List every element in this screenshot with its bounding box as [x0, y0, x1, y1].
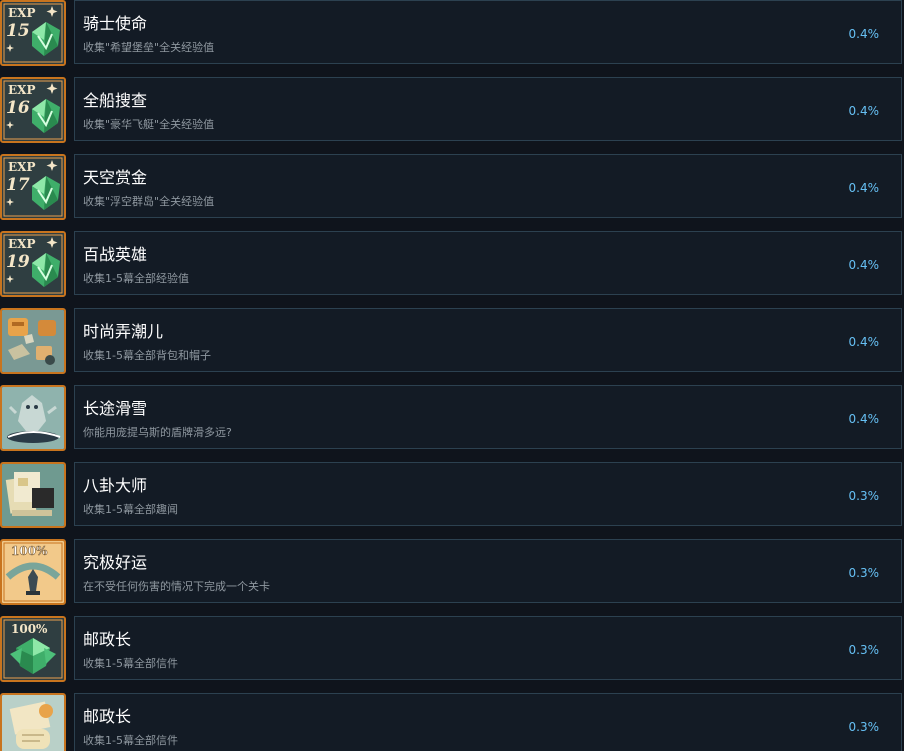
achievement-panel: 天空赏金收集"浮空群岛"全关经验值 0.4% [74, 154, 902, 218]
achievement-description: 收集1-5幕全部趣闻 [83, 503, 178, 516]
achievement-title: 时尚弄潮儿 [83, 322, 164, 341]
achievement-panel: 邮政长收集1-5幕全部信件 0.3% [74, 693, 902, 751]
achievement-unlock-percent: 0.3% [848, 720, 880, 734]
shield-sledding-icon [2, 387, 64, 449]
icon-badge-text: 100% [11, 544, 48, 558]
achievement-unlock-percent: 0.4% [848, 104, 880, 118]
achievement-icon: EXP 17 [0, 154, 66, 220]
achievement-description: 收集1-5幕全部经验值 [83, 272, 189, 285]
achievement-icon [0, 693, 66, 751]
achievement-title: 天空赏金 [83, 168, 148, 187]
achievement-panel: 百战英雄收集1-5幕全部经验值 0.4% [74, 231, 902, 295]
icon-badge-text: EXP [8, 237, 35, 251]
achievement-title: 骑士使命 [83, 14, 148, 33]
achievement-description: 收集"豪华飞艇"全关经验值 [83, 118, 215, 131]
exp-15-gem-icon: EXP 15 [2, 2, 64, 64]
achievement-icon: EXP 19 [0, 231, 66, 297]
perfect-health-icon: 100% [2, 541, 64, 603]
achievement-unlock-percent: 0.4% [848, 181, 880, 195]
achievement-unlock-percent: 0.4% [848, 335, 880, 349]
achievement-panel: 骑士使命收集"希望堡垒"全关经验值 0.4% [74, 0, 902, 64]
icon-badge-text: EXP [8, 160, 35, 174]
achievement-row[interactable]: 100% 究极好运在不受任何伤害的情况下完成一个关卡 0.3% [0, 539, 904, 605]
achievement-icon: EXP 16 [0, 77, 66, 143]
hundred-percent-gem-icon: 100% [2, 618, 64, 680]
achievement-row[interactable]: 长途滑雪你能用庞提乌斯的盾牌滑多远? 0.4% [0, 385, 904, 451]
achievement-list: EXP 15 骑士使命收集"希望堡垒"全关经验值 0.4% EXP 16 全船搜查… [0, 0, 904, 751]
achievement-unlock-percent: 0.3% [848, 489, 880, 503]
exp-16-gem-icon: EXP 16 [2, 79, 64, 141]
achievement-icon: 100% [0, 539, 66, 605]
icon-badge-number: 19 [6, 252, 30, 272]
achievement-unlock-percent: 0.4% [848, 258, 880, 272]
achievement-title: 究极好运 [83, 553, 148, 572]
achievement-title: 长途滑雪 [83, 399, 148, 418]
achievement-description: 在不受任何伤害的情况下完成一个关卡 [83, 580, 270, 593]
icon-badge-number: 15 [6, 21, 30, 41]
achievement-row[interactable]: 八卦大师收集1-5幕全部趣闻 0.3% [0, 462, 904, 528]
achievement-row[interactable]: EXP 15 骑士使命收集"希望堡垒"全关经验值 0.4% [0, 0, 904, 66]
achievement-unlock-percent: 0.4% [848, 412, 880, 426]
achievement-row[interactable]: 邮政长收集1-5幕全部信件 0.3% [0, 693, 904, 751]
achievement-title: 邮政长 [83, 707, 132, 726]
icon-badge-text: 100% [11, 622, 48, 636]
achievement-panel: 邮政长收集1-5幕全部信件 0.3% [74, 616, 902, 680]
achievement-description: 收集1-5幕全部背包和帽子 [83, 349, 211, 362]
achievement-unlock-percent: 0.3% [848, 566, 880, 580]
achievement-row[interactable]: 100% 邮政长收集1-5幕全部信件 0.3% [0, 616, 904, 682]
achievement-unlock-percent: 0.4% [848, 27, 880, 41]
achievement-row[interactable]: 时尚弄潮儿收集1-5幕全部背包和帽子 0.4% [0, 308, 904, 374]
achievement-description: 你能用庞提乌斯的盾牌滑多远? [83, 426, 232, 439]
achievement-icon [0, 385, 66, 451]
achievement-description: 收集1-5幕全部信件 [83, 734, 178, 747]
achievement-icon [0, 462, 66, 528]
icon-badge-text: EXP [8, 83, 35, 97]
achievement-panel: 全船搜查收集"豪华飞艇"全关经验值 0.4% [74, 77, 902, 141]
achievement-description: 收集"浮空群岛"全关经验值 [83, 195, 215, 208]
achievement-description: 收集"希望堡垒"全关经验值 [83, 41, 215, 54]
exp-17-gem-icon: EXP 17 [2, 156, 64, 218]
achievement-panel: 长途滑雪你能用庞提乌斯的盾牌滑多远? 0.4% [74, 385, 902, 449]
achievement-panel: 八卦大师收集1-5幕全部趣闻 0.3% [74, 462, 902, 526]
achievement-icon [0, 308, 66, 374]
exp-19-gem-icon: EXP 19 [2, 233, 64, 295]
achievement-title: 八卦大师 [83, 476, 148, 495]
icon-badge-text: EXP [8, 6, 35, 20]
achievement-description: 收集1-5幕全部信件 [83, 657, 178, 670]
icon-badge-number: 16 [6, 98, 30, 118]
achievement-title: 邮政长 [83, 630, 132, 649]
achievement-row[interactable]: EXP 16 全船搜查收集"豪华飞艇"全关经验值 0.4% [0, 77, 904, 143]
icon-badge-number: 17 [6, 175, 30, 195]
backpacks-hats-icon [2, 310, 64, 372]
achievement-icon: EXP 15 [0, 0, 66, 66]
trivia-papers-icon [2, 464, 64, 526]
achievement-unlock-percent: 0.3% [848, 643, 880, 657]
achievement-icon: 100% [0, 616, 66, 682]
achievement-row[interactable]: EXP 17 天空赏金收集"浮空群岛"全关经验值 0.4% [0, 154, 904, 220]
achievement-panel: 时尚弄潮儿收集1-5幕全部背包和帽子 0.4% [74, 308, 902, 372]
achievement-row[interactable]: EXP 19 百战英雄收集1-5幕全部经验值 0.4% [0, 231, 904, 297]
achievement-title: 百战英雄 [83, 245, 148, 264]
achievement-panel: 究极好运在不受任何伤害的情况下完成一个关卡 0.3% [74, 539, 902, 603]
letters-scroll-icon [2, 695, 64, 751]
achievement-title: 全船搜查 [83, 91, 148, 110]
